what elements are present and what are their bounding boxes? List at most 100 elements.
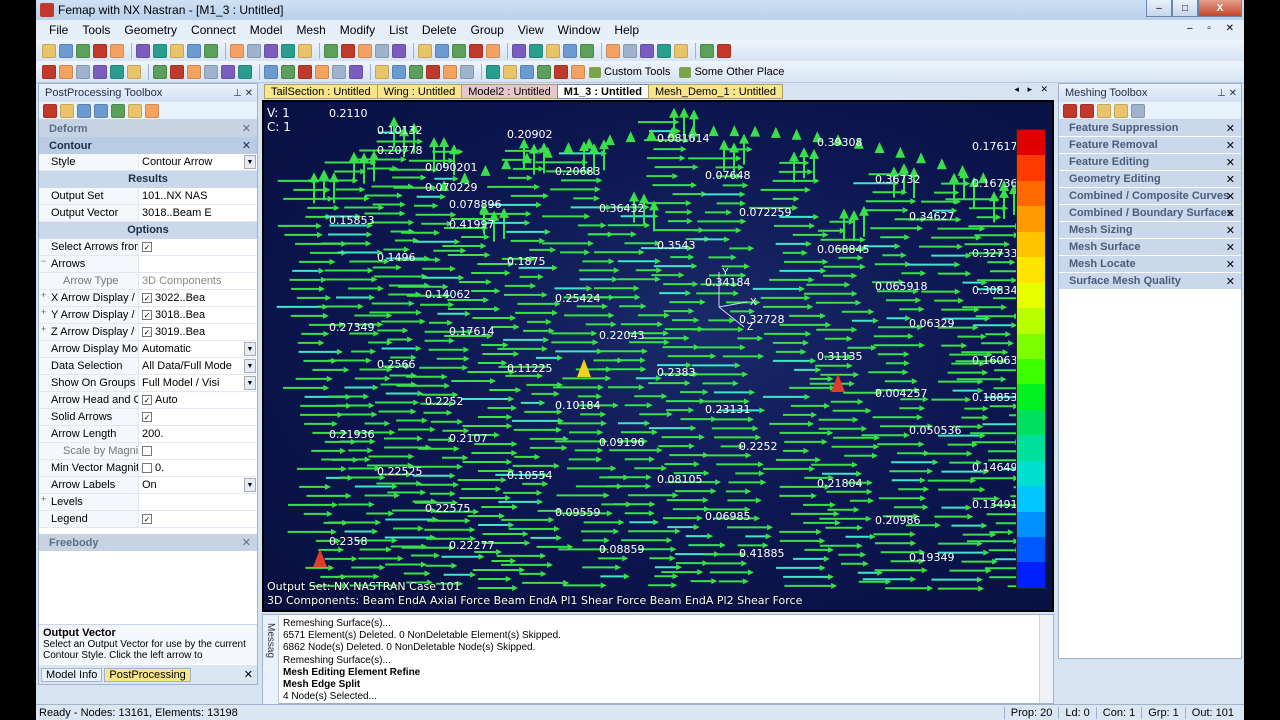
toolbar-tool-icon[interactable] bbox=[281, 43, 295, 58]
close-icon[interactable]: ✕ bbox=[1226, 139, 1235, 152]
menu-model[interactable]: Model bbox=[243, 23, 290, 37]
option-row[interactable]: + X Arrow Display / ✓ 3022..Bea bbox=[39, 290, 257, 307]
toolbar-tool-icon[interactable] bbox=[281, 64, 295, 79]
minimize-button[interactable]: – bbox=[1146, 0, 1172, 17]
toolbar-tool-icon[interactable] bbox=[580, 43, 594, 58]
toolbar-tool-icon[interactable] bbox=[42, 64, 56, 79]
postprocessing-tool-icon[interactable] bbox=[145, 103, 159, 118]
meshing-tool-icon[interactable] bbox=[1131, 103, 1145, 118]
toolbar-tool-icon[interactable] bbox=[93, 64, 107, 79]
custom-tools-button[interactable]: Custom Tools bbox=[588, 66, 670, 78]
toolbar-tool-icon[interactable] bbox=[529, 43, 543, 58]
chevron-down-icon[interactable]: ▼ bbox=[244, 342, 256, 356]
toolbar-tool-icon[interactable] bbox=[520, 64, 534, 79]
toolbar-tool-icon[interactable] bbox=[674, 43, 688, 58]
maximize-button[interactable]: □ bbox=[1172, 0, 1198, 17]
option-value[interactable]: ✓ bbox=[139, 239, 257, 255]
toolbar-tool-icon[interactable] bbox=[375, 43, 389, 58]
menu-help[interactable]: Help bbox=[607, 23, 646, 37]
close-icon[interactable]: ✕ bbox=[1226, 224, 1235, 237]
toolbar-tool-icon[interactable] bbox=[230, 43, 244, 58]
checkbox[interactable] bbox=[142, 463, 152, 474]
option-row[interactable]: Scale by Magnitud bbox=[39, 443, 257, 460]
option-value[interactable]: Automatic ▼ bbox=[139, 341, 257, 357]
toolbar-tool-icon[interactable] bbox=[392, 43, 406, 58]
toolbar-tool-icon[interactable] bbox=[503, 64, 517, 79]
meshing-tool-icon[interactable] bbox=[1097, 103, 1111, 118]
checkbox[interactable]: ✓ bbox=[142, 293, 152, 304]
option-row[interactable]: Arrow Length 200. bbox=[39, 426, 257, 443]
close-icon[interactable]: ✕ bbox=[1226, 275, 1235, 288]
property-value[interactable]: 3018..Beam E bbox=[139, 205, 257, 221]
option-row[interactable]: Data Selection All Data/Full Mode ▼ bbox=[39, 358, 257, 375]
option-value[interactable] bbox=[139, 443, 257, 459]
some-other-place-button[interactable]: Some Other Place bbox=[678, 66, 784, 78]
toolbar-tool-icon[interactable] bbox=[59, 43, 73, 58]
expand-icon[interactable]: + bbox=[41, 324, 46, 334]
option-value[interactable] bbox=[139, 256, 257, 272]
toolbar-tool-icon[interactable] bbox=[469, 43, 483, 58]
option-row[interactable]: Show On Groups Full Model / Visi ▼ bbox=[39, 375, 257, 392]
close-icon[interactable]: ✕ bbox=[1226, 122, 1235, 135]
toolbar-tool-icon[interactable] bbox=[546, 43, 560, 58]
property-value[interactable]: 101..NX NAS bbox=[139, 188, 257, 204]
toolbar-tool-icon[interactable] bbox=[264, 43, 278, 58]
menu-mesh[interactable]: Mesh bbox=[289, 23, 332, 37]
option-row[interactable]: Arrow Type 3D Components bbox=[39, 273, 257, 290]
toolbar-tool-icon[interactable] bbox=[110, 43, 124, 58]
toolbar-tool-icon[interactable] bbox=[623, 43, 637, 58]
toolbar-tool-icon[interactable] bbox=[238, 64, 252, 79]
toolbar-tool-icon[interactable] bbox=[187, 43, 201, 58]
toolbar-tool-icon[interactable] bbox=[264, 64, 278, 79]
meshing-tool-item[interactable]: Combined / Boundary Surfaces ✕ bbox=[1059, 205, 1241, 222]
option-row[interactable]: Select Arrows from C✓ bbox=[39, 239, 257, 256]
toolbar-tool-icon[interactable] bbox=[204, 43, 218, 58]
option-value[interactable]: ✓ 3019..Bea bbox=[139, 324, 257, 340]
close-icon[interactable]: ✕ bbox=[1226, 207, 1235, 220]
femap-app-icon[interactable] bbox=[40, 3, 54, 17]
checkbox[interactable] bbox=[142, 446, 152, 457]
toolbar-tool-icon[interactable] bbox=[452, 43, 466, 58]
option-value[interactable]: ✓ bbox=[139, 409, 257, 425]
toolbar-tool-icon[interactable] bbox=[640, 43, 654, 58]
postprocessing-tool-icon[interactable] bbox=[60, 103, 74, 118]
option-value[interactable]: ✓ bbox=[139, 511, 257, 527]
menu-modify[interactable]: Modify bbox=[333, 23, 382, 37]
messages-scrollbar[interactable] bbox=[1039, 615, 1053, 703]
menu-delete[interactable]: Delete bbox=[415, 23, 464, 37]
expand-icon[interactable]: + bbox=[41, 494, 46, 504]
toolbar-tool-icon[interactable] bbox=[170, 43, 184, 58]
toolbar-tool-icon[interactable] bbox=[93, 43, 107, 58]
toolbar-tool-icon[interactable] bbox=[187, 64, 201, 79]
graphics-viewport[interactable]: 0.2110 0.20778 0.070229 0.41997 0.1875 0.2542… bbox=[262, 100, 1054, 612]
toolbar-tool-icon[interactable] bbox=[204, 64, 218, 79]
checkbox[interactable]: ✓ bbox=[142, 310, 152, 321]
tab-model2[interactable]: Model2 : Untitled bbox=[461, 84, 558, 99]
toolbar-tool-icon[interactable] bbox=[409, 64, 423, 79]
tab-m1-3[interactable]: M1_3 : Untitled bbox=[556, 84, 649, 99]
contour-section[interactable]: Contour ✕ bbox=[39, 137, 257, 154]
toolbar-tool-icon[interactable] bbox=[606, 43, 620, 58]
mdi-window-controls[interactable]: – ▫ ✕ bbox=[1187, 23, 1240, 34]
chevron-down-icon[interactable]: ▼ bbox=[244, 155, 256, 169]
option-value[interactable]: On ▼ bbox=[139, 477, 257, 493]
checkbox[interactable]: ✓ bbox=[142, 412, 152, 423]
toolbar-tool-icon[interactable] bbox=[657, 43, 671, 58]
toolbar-tool-icon[interactable] bbox=[332, 64, 346, 79]
toolbar-tool-icon[interactable] bbox=[512, 43, 526, 58]
option-value[interactable]: 0. bbox=[139, 460, 257, 476]
option-row[interactable]: + Z Arrow Display / ✓ 3019..Bea bbox=[39, 324, 257, 341]
meshing-tool-icon[interactable] bbox=[1114, 103, 1128, 118]
checkbox[interactable]: ✓ bbox=[142, 242, 152, 253]
menu-file[interactable]: File bbox=[42, 23, 75, 37]
toolbar-tool-icon[interactable] bbox=[460, 64, 474, 79]
option-row[interactable]: + Levels bbox=[39, 494, 257, 511]
postprocessing-tool-icon[interactable] bbox=[94, 103, 108, 118]
toolbar-tool-icon[interactable] bbox=[76, 64, 90, 79]
close-icon[interactable]: ✕ bbox=[1226, 173, 1235, 186]
option-value[interactable]: 3D Components bbox=[139, 273, 257, 289]
option-row[interactable]: + Y Arrow Display / ✓ 3018..Bea bbox=[39, 307, 257, 324]
toolbar-tool-icon[interactable] bbox=[42, 43, 56, 58]
chevron-down-icon[interactable]: ▼ bbox=[244, 359, 256, 373]
option-value[interactable]: ✓ 3022..Bea bbox=[139, 290, 257, 306]
